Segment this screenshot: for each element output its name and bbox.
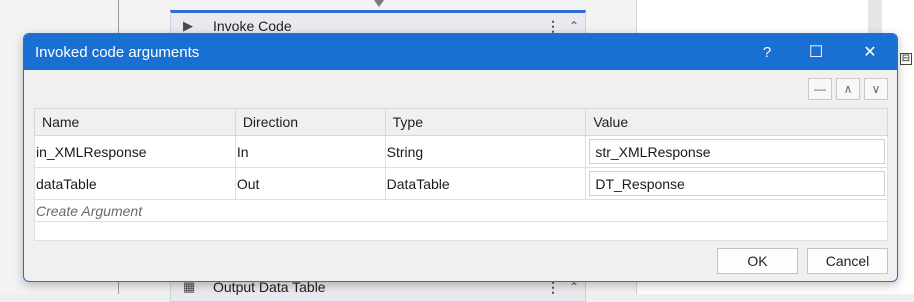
chevron-up-icon[interactable]: ⌃ (563, 280, 585, 294)
invoked-code-arguments-dialog: Invoked code arguments ? ☐ ✕ — ∧ ∨ Name … (23, 33, 898, 282)
move-down-button[interactable]: ∨ (864, 78, 888, 100)
ok-button[interactable]: OK (717, 248, 798, 274)
create-argument-row[interactable]: Create Argument (34, 200, 888, 222)
argument-toolbar: — ∧ ∨ (808, 78, 888, 100)
help-icon[interactable]: ? (745, 34, 789, 70)
arguments-grid: Name Direction Type Value in_XMLResponse… (34, 108, 888, 241)
dialog-title: Invoked code arguments (35, 43, 200, 61)
argument-name-cell[interactable]: dataTable (34, 167, 236, 200)
activity-title: Invoke Code (213, 18, 292, 34)
table-row[interactable]: in_XMLResponse In String str_XMLResponse (34, 135, 888, 168)
dialog-titlebar: Invoked code arguments ? ☐ ✕ (24, 34, 897, 70)
argument-value-cell: DT_Response (585, 167, 888, 200)
column-header-direction[interactable]: Direction (234, 108, 386, 136)
argument-direction-cell[interactable]: In (234, 135, 386, 168)
maximize-icon[interactable]: ☐ (789, 34, 843, 70)
move-up-button[interactable]: ∧ (836, 78, 860, 100)
argument-value-input[interactable]: str_XMLResponse (589, 139, 885, 164)
more-vertical-icon[interactable]: ⋮ (543, 18, 563, 35)
flow-arrow-icon (374, 0, 384, 7)
play-icon: ▶ (183, 18, 193, 33)
remove-argument-button[interactable]: — (808, 78, 832, 100)
column-header-type[interactable]: Type (384, 108, 587, 136)
argument-direction-cell[interactable]: Out (234, 167, 386, 200)
close-icon[interactable]: ✕ (843, 34, 897, 70)
table-row[interactable]: dataTable Out DataTable DT_Response (34, 167, 888, 200)
argument-value-cell: str_XMLResponse (585, 135, 888, 168)
chevron-double-up-icon[interactable]: ⌃ (563, 19, 585, 33)
cancel-button[interactable]: Cancel (807, 248, 888, 274)
column-header-value[interactable]: Value (585, 108, 888, 136)
collapse-icon[interactable]: ⊟ (900, 53, 912, 65)
column-header-name[interactable]: Name (34, 108, 236, 136)
argument-value-input[interactable]: DT_Response (589, 171, 885, 196)
argument-name-cell[interactable]: in_XMLResponse (34, 135, 236, 168)
argument-type-cell[interactable]: String (384, 135, 587, 168)
argument-type-cell[interactable]: DataTable (384, 167, 587, 200)
empty-row (34, 222, 888, 241)
